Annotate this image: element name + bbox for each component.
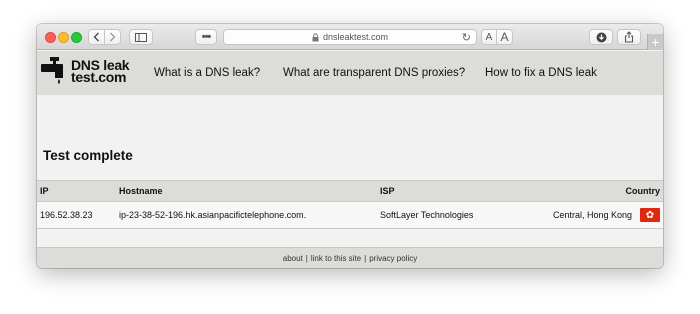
minimize-window-button[interactable] (58, 32, 69, 43)
column-header-country: Country (625, 186, 661, 196)
text-bigger-button[interactable]: A (496, 29, 513, 45)
logo-text: DNS leak test.com (71, 58, 130, 85)
main-content: Test complete IP Hostname ISP Country 19… (37, 95, 663, 249)
chevron-left-icon (93, 32, 99, 42)
cell-country: Central, Hong Kong (552, 210, 632, 220)
lock-icon (312, 32, 319, 41)
new-tab-button[interactable]: + (647, 34, 663, 50)
nav-what-is-dns-leak[interactable]: What is a DNS leak? (154, 67, 260, 79)
results-table: IP Hostname ISP Country 196.52.38.23 ip-… (37, 180, 663, 229)
sidebar-toggle-button[interactable] (129, 29, 153, 45)
logo-line-2: test.com (71, 69, 127, 85)
forward-button[interactable] (104, 29, 121, 45)
site-header: DNS leak test.com What is a DNS leak? Wh… (37, 51, 663, 95)
cell-hostname: ip-23-38-52-196.hk.asianpacifictelephone… (119, 210, 307, 220)
download-icon (596, 32, 606, 42)
address-bar[interactable]: dnsleaktest.com ↻ (223, 29, 477, 45)
footer-separator: | (305, 253, 308, 263)
reload-icon[interactable]: ↻ (462, 31, 471, 44)
page-title: Test complete (43, 148, 133, 163)
footer-privacy-link[interactable]: privacy policy (369, 254, 417, 263)
site-logo[interactable]: DNS leak test.com (41, 57, 131, 87)
url-text: dnsleaktest.com (322, 32, 389, 42)
footer-link-to-site[interactable]: link to this site (311, 254, 361, 263)
nav-transparent-dns-proxies[interactable]: What are transparent DNS proxies? (283, 67, 465, 79)
table-row: 196.52.38.23 ip-23-38-52-196.hk.asianpac… (37, 202, 663, 229)
nav-how-to-fix[interactable]: How to fix a DNS leak (485, 67, 597, 79)
faucet-icon (41, 57, 63, 84)
zoom-window-button[interactable] (71, 32, 82, 43)
share-icon (624, 31, 634, 43)
column-header-isp: ISP (380, 186, 395, 196)
column-header-ip: IP (40, 186, 49, 196)
browser-window: ••• dnsleaktest.com ↻ A A + DNS leak tes… (37, 24, 663, 268)
footer-separator: | (364, 253, 367, 263)
table-header-row: IP Hostname ISP Country (37, 180, 663, 202)
chevron-right-icon (110, 32, 116, 42)
hong-kong-flag-icon: ✿ (640, 208, 660, 222)
more-button[interactable]: ••• (195, 29, 217, 45)
footer-about-link[interactable]: about (283, 254, 303, 263)
browser-toolbar: ••• dnsleaktest.com ↻ A A + (37, 24, 663, 50)
cell-ip: 196.52.38.23 (40, 210, 93, 220)
back-button[interactable] (88, 29, 105, 45)
share-button[interactable] (617, 29, 641, 45)
site-footer: about | link to this site | privacy poli… (37, 247, 663, 268)
text-smaller-button[interactable]: A (481, 29, 497, 45)
close-window-button[interactable] (45, 32, 56, 43)
cell-isp: SoftLayer Technologies (380, 210, 474, 220)
column-header-hostname: Hostname (119, 186, 163, 196)
downloads-button[interactable] (589, 29, 613, 45)
sidebar-icon (135, 32, 147, 42)
